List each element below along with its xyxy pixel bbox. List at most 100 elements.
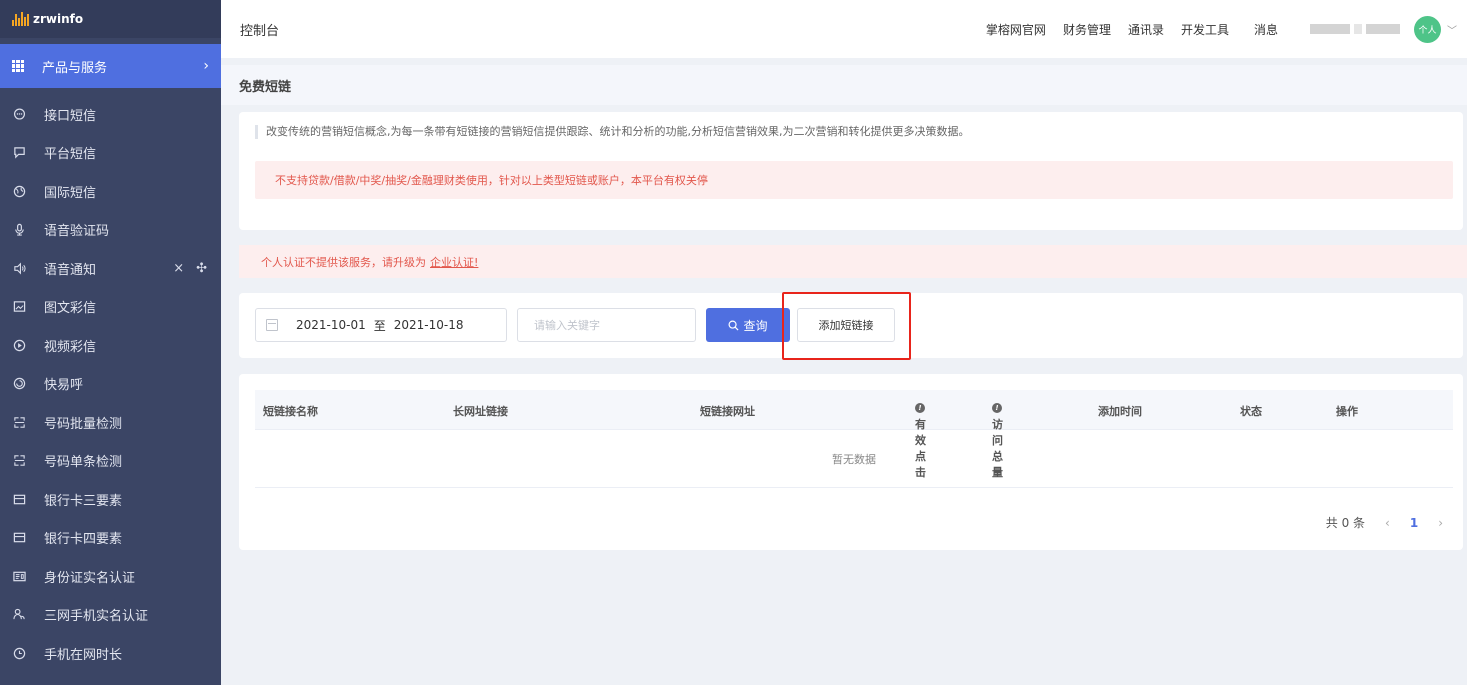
chat-icon	[12, 107, 26, 121]
sidebar-item-phone-verify[interactable]: 三网手机实名认证	[0, 596, 221, 635]
prev-page-icon[interactable]: ‹	[1385, 516, 1390, 530]
next-page-icon[interactable]: ›	[1438, 516, 1443, 530]
globe-icon	[12, 184, 26, 198]
sidebar-item-image-mms[interactable]: 图文彩信	[0, 288, 221, 327]
warning-notice: 不支持贷款/借款/中奖/抽奖/金融理财类使用，针对以上类型短链或账户，本平台有权…	[255, 161, 1453, 199]
logo-mark-icon	[12, 12, 29, 26]
avatar[interactable]: 个人	[1414, 15, 1441, 43]
logo[interactable]: zrwinfo	[0, 0, 221, 38]
sidebar-item-label: 三网手机实名认证	[44, 609, 149, 625]
table-header: 短链接名称 长网址链接 短链接网址 有效点击! 访问总量! 添加时间 状态 操作	[255, 390, 1453, 479]
sidebar-item-label: 号码单条检测	[44, 455, 123, 471]
sidebar-item-label: 接口短信	[44, 108, 97, 124]
card4-icon	[12, 531, 26, 545]
swirl-icon	[12, 377, 26, 391]
auth-notice: 个人认证不提供该服务，请升级为 企业认证!	[239, 245, 1467, 278]
sidebar: zrwinfo 产品与服务 › 接口短信 平台短信 国际短信 语音验证码 语音通…	[0, 0, 221, 685]
chevron-down-icon[interactable]: ﹀	[1447, 22, 1457, 37]
pagination: 共 0 条 ‹ 1 ›	[1326, 514, 1443, 531]
add-short-link-button[interactable]: 添加短链接	[797, 308, 895, 342]
sidebar-item-batch-check[interactable]: 号码批量检测	[0, 403, 221, 442]
sidebar-item-quick-call[interactable]: 快易呼	[0, 365, 221, 404]
date-end[interactable]: 2021-10-18	[394, 318, 464, 332]
sidebar-item-platform-sms[interactable]: 平台短信	[0, 134, 221, 173]
calendar-icon	[266, 319, 278, 331]
sidebar-item-label: 视频彩信	[44, 339, 97, 355]
header-title[interactable]: 控制台	[240, 20, 279, 39]
column-header: 操作	[1336, 405, 1358, 418]
message-icon	[12, 146, 26, 160]
empty-table-message: 暂无数据	[255, 430, 1453, 488]
sidebar-item-label: 号码批量检测	[44, 416, 123, 432]
header-link-dev-tools[interactable]: 开发工具	[1181, 21, 1229, 38]
logo-text: zrwinfo	[33, 12, 84, 26]
auth-notice-text: 个人认证不提供该服务，请升级为	[261, 255, 426, 269]
date-separator: 至	[373, 318, 386, 333]
column-header: 短链接网址	[700, 405, 755, 418]
keyword-input[interactable]	[517, 308, 696, 342]
scan-single-icon	[12, 454, 26, 468]
microphone-icon	[12, 223, 26, 237]
description-card: 改变传统的营销短信概念,为每一条带有短链接的营销短信提供跟踪、统计和分析的功能,…	[239, 112, 1463, 230]
info-icon[interactable]: !	[992, 403, 1002, 413]
filter-card: 2021-10-01 至 2021-10-18 查询 添加短链接	[239, 293, 1463, 358]
sidebar-item-single-check[interactable]: 号码单条检测	[0, 442, 221, 481]
page-description: 改变传统的营销短信概念,为每一条带有短链接的营销短信提供跟踪、统计和分析的功能,…	[255, 125, 970, 139]
sidebar-item-id-verify[interactable]: 身份证实名认证	[0, 557, 221, 596]
search-icon	[728, 320, 739, 331]
sidebar-item-video-mms[interactable]: 视频彩信	[0, 326, 221, 365]
sidebar-item-label: 国际短信	[44, 185, 97, 201]
sidebar-item-label: 图文彩信	[44, 301, 97, 317]
search-button[interactable]: 查询	[706, 308, 790, 342]
sidebar-item-bankcard-3[interactable]: 银行卡三要素	[0, 480, 221, 519]
page-title: 免费短链	[239, 79, 292, 95]
column-header: 长网址链接	[453, 405, 508, 418]
sidebar-item-label: 语音验证码	[44, 224, 110, 240]
column-header: 状态	[1240, 405, 1262, 418]
page-number[interactable]: 1	[1410, 516, 1418, 530]
header-link-contacts[interactable]: 通讯录	[1128, 21, 1164, 38]
header-link-finance[interactable]: 财务管理	[1063, 21, 1111, 38]
column-header: 访问总量!	[992, 403, 1003, 479]
play-icon	[12, 338, 26, 352]
clock-icon	[12, 646, 26, 660]
grid-icon	[12, 60, 24, 72]
sidebar-item-label: 身份证实名认证	[44, 570, 136, 586]
sidebar-item-label: 手机在网时长	[44, 647, 123, 663]
top-header: 控制台 掌榕网官网 财务管理 通讯录 开发工具 消息 个人 ﹀	[221, 0, 1467, 58]
header-link-official-site[interactable]: 掌榕网官网	[986, 21, 1046, 38]
sidebar-item-products[interactable]: 产品与服务 ›	[0, 44, 221, 88]
sidebar-item-label: 银行卡四要素	[44, 532, 123, 548]
sidebar-item-intl-sms[interactable]: 国际短信	[0, 172, 221, 211]
date-range-picker[interactable]: 2021-10-01 至 2021-10-18	[255, 308, 507, 342]
id-card-icon	[12, 569, 26, 583]
username-redacted	[1310, 24, 1400, 34]
chevron-right-icon: ›	[203, 58, 209, 74]
sidebar-item-bankcard-4[interactable]: 银行卡四要素	[0, 519, 221, 558]
image-icon	[12, 300, 26, 314]
sidebar-item-label: 产品与服务	[42, 60, 108, 76]
enterprise-auth-link[interactable]: 企业认证!	[430, 254, 478, 270]
page-title-bar: 免费短链	[221, 65, 1467, 105]
scan-icon	[12, 415, 26, 429]
sidebar-item-label: 银行卡三要素	[44, 493, 123, 509]
close-icon[interactable]: ×	[173, 261, 184, 276]
users-icon	[12, 608, 26, 622]
column-header: 有效点击!	[915, 403, 926, 479]
header-messages[interactable]: 消息	[1254, 21, 1278, 38]
sidebar-item-api-sms[interactable]: 接口短信	[0, 95, 221, 134]
column-header: 短链接名称	[263, 405, 318, 418]
sidebar-item-label: 快易呼	[44, 378, 84, 394]
sidebar-item-voice-notify[interactable]: 语音通知 × ✣	[0, 249, 221, 288]
column-header: 添加时间	[1098, 405, 1142, 418]
date-start[interactable]: 2021-10-01	[296, 318, 366, 332]
table-card: 短链接名称 长网址链接 短链接网址 有效点击! 访问总量! 添加时间 状态 操作…	[239, 374, 1463, 550]
sidebar-item-label: 平台短信	[44, 147, 97, 163]
info-icon[interactable]: !	[915, 403, 925, 413]
search-button-label: 查询	[743, 318, 768, 333]
speaker-icon	[12, 261, 26, 275]
pagination-total: 共 0 条	[1325, 516, 1366, 530]
sidebar-item-voice-code[interactable]: 语音验证码	[0, 211, 221, 250]
drag-handle-icon[interactable]: ✣	[196, 261, 207, 276]
sidebar-item-phone-online[interactable]: 手机在网时长	[0, 634, 221, 673]
